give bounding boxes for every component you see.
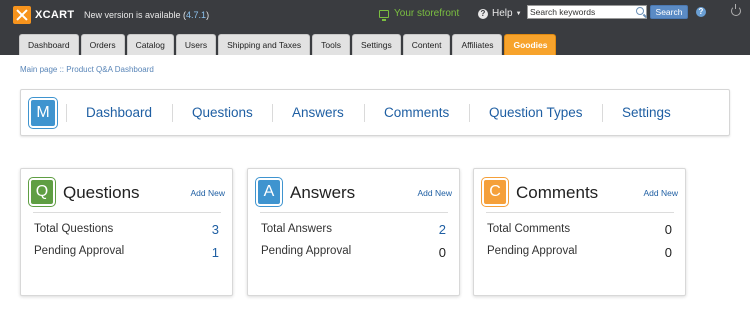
nav-item-dashboard[interactable]: Dashboard [86,105,152,120]
top-bar: XCART New version is available (4.7.1) Y… [0,0,750,55]
total-answers-label: Total Answers [261,223,332,235]
tab-settings[interactable]: Settings [351,34,401,55]
nav-item-settings[interactable]: Settings [622,105,671,120]
xcart-logo[interactable]: XCART [13,6,74,24]
card-title: Answers [290,183,356,202]
tab-orders[interactable]: Orders [80,34,125,55]
total-answers-value[interactable]: 2 [439,222,446,237]
tab-content[interactable]: Content [402,34,451,55]
answers-badge: A [256,178,282,206]
help-label: Help [492,8,513,19]
nav-separator [469,104,470,122]
pending-comments-value: 0 [664,245,672,260]
nav-item-questions[interactable]: Questions [192,105,253,120]
nav-separator [364,104,365,122]
pending-questions-label: Pending Approval [34,245,125,257]
module-badge: M [29,98,57,128]
search-button[interactable]: Search [650,5,688,19]
nav-separator [272,104,273,122]
pending-questions-value[interactable]: 1 [212,245,219,260]
add-comment-link[interactable]: Add New [644,188,679,198]
questions-card: Q Questions Add New Total Questions 3 Pe… [20,168,233,296]
question-circle-icon: ? [478,8,488,19]
help-menu[interactable]: ? Help ▼ [478,8,522,19]
new-version-prefix: New version is available ( [84,10,187,20]
help-icon[interactable]: ? [696,7,706,17]
nav-item-comments[interactable]: Comments [384,105,449,120]
xcart-logo-icon [13,6,31,24]
power-icon[interactable] [731,4,741,16]
storefront-link[interactable]: Your storefront [379,8,460,21]
tab-affiliates[interactable]: Affiliates [452,34,503,55]
card-divider [486,212,674,213]
comments-badge: C [482,178,508,206]
logo-text: XCART [35,9,75,21]
new-version-link[interactable]: 4.7.1 [186,10,206,20]
add-answer-link[interactable]: Add New [418,188,453,198]
module-nav: M Dashboard Questions Answers Comments Q… [20,89,730,136]
chevron-down-icon: ▼ [515,10,522,17]
add-question-link[interactable]: Add New [191,188,226,198]
nav-item-answers[interactable]: Answers [292,105,344,120]
new-version-suffix: ) [206,10,210,20]
new-version-notice: New version is available (4.7.1) [84,10,209,20]
storefront-label: Your storefront [394,8,460,19]
search-input[interactable] [528,7,632,17]
total-questions-label: Total Questions [34,223,114,235]
card-divider [260,212,448,213]
nav-separator [172,104,173,122]
main-tabs: Dashboard Orders Catalog Users Shipping … [19,33,558,55]
monitor-icon [379,9,389,21]
pending-comments-label: Pending Approval [487,245,578,257]
questions-badge: Q [29,178,55,206]
card-divider [33,212,221,213]
tab-catalog[interactable]: Catalog [126,34,174,55]
nav-separator [66,104,67,122]
comments-card: C Comments Add New Total Comments 0 Pend… [473,168,686,296]
pending-answers-value: 0 [438,245,446,260]
nav-item-question-types[interactable]: Question Types [489,105,583,120]
card-title: Comments [516,183,599,202]
total-comments-value: 0 [664,222,672,237]
answers-card: A Answers Add New Total Answers 2 Pendin… [247,168,460,296]
total-comments-label: Total Comments [487,223,571,235]
tab-dashboard[interactable]: Dashboard [19,34,79,55]
nav-separator [602,104,603,122]
total-questions-value[interactable]: 3 [212,222,219,237]
tab-tools[interactable]: Tools [312,34,350,55]
pending-answers-label: Pending Approval [261,245,352,257]
tab-users[interactable]: Users [175,34,217,55]
breadcrumb[interactable]: Main page :: Product Q&A Dashboard [20,65,154,74]
search-icon[interactable] [636,7,644,15]
tab-shipping-and-taxes[interactable]: Shipping and Taxes [218,34,311,55]
card-title: Questions [63,183,140,202]
search-box [527,5,647,19]
tab-goodies[interactable]: Goodies [504,34,557,55]
